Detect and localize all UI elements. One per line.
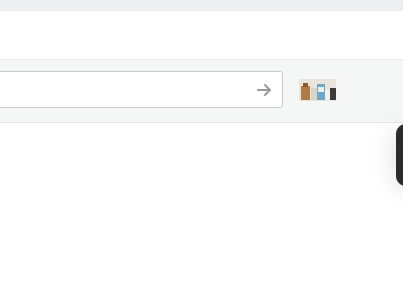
- search-toolbar: [0, 60, 403, 123]
- page: [0, 0, 403, 294]
- header-bar: [0, 11, 403, 60]
- search-box[interactable]: [0, 71, 283, 108]
- product-thumbnail[interactable]: [299, 79, 336, 101]
- side-panel-handle[interactable]: [396, 124, 403, 186]
- arrow-right-icon[interactable]: [256, 81, 274, 99]
- search-input[interactable]: [3, 72, 243, 107]
- top-strip: [0, 0, 403, 11]
